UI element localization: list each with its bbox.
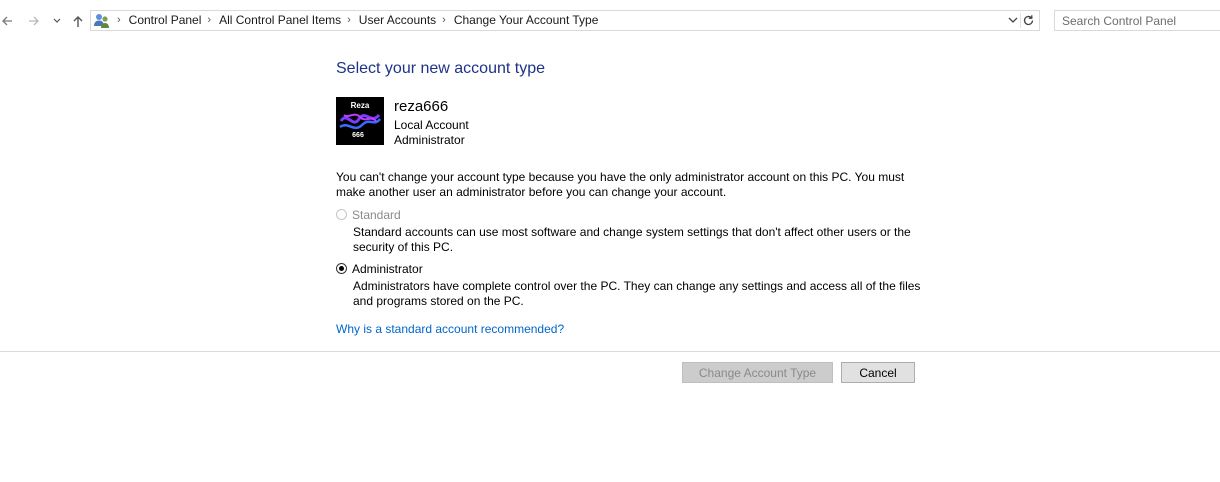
- address-dropdown-icon[interactable]: [1007, 14, 1019, 26]
- up-button[interactable]: [70, 11, 86, 31]
- forward-arrow-icon: [29, 16, 39, 26]
- address-divider: [1020, 13, 1021, 28]
- navigation-bar: › Control Panel › All Control Panel Item…: [0, 0, 1220, 42]
- back-arrow-icon: [2, 16, 12, 26]
- footer-divider: [0, 351, 1220, 352]
- radio-selected-dot: [339, 266, 344, 271]
- account-role: Administrator: [394, 133, 465, 147]
- search-box[interactable]: [1054, 10, 1220, 31]
- page-title: Select your new account type: [336, 60, 546, 77]
- breadcrumb-separator[interactable]: ›: [341, 11, 359, 30]
- address-bar[interactable]: › Control Panel › All Control Panel Item…: [90, 10, 1040, 31]
- avatar: Reza 666: [336, 97, 384, 145]
- breadcrumb-user-accounts[interactable]: User Accounts: [359, 11, 436, 30]
- breadcrumb-change-account-type[interactable]: Change Your Account Type: [454, 11, 599, 30]
- refresh-icon[interactable]: [1022, 14, 1035, 27]
- account-name: reza666: [394, 98, 449, 115]
- user-accounts-icon: [94, 14, 109, 28]
- recent-locations-button[interactable]: [51, 11, 63, 31]
- administrator-radio[interactable]: [336, 263, 347, 274]
- avatar-image: Reza 666: [336, 97, 384, 145]
- breadcrumb-control-panel[interactable]: Control Panel: [129, 11, 202, 30]
- account-type: Local Account: [394, 118, 469, 132]
- breadcrumb-all-items[interactable]: All Control Panel Items: [219, 11, 341, 30]
- chevron-down-icon: [53, 18, 61, 23]
- info-message: You can't change your account type becau…: [336, 170, 905, 199]
- breadcrumb-separator[interactable]: ›: [436, 11, 454, 30]
- change-account-type-button[interactable]: Change Account Type: [682, 362, 833, 383]
- standard-label: Standard: [352, 208, 401, 222]
- administrator-description: Administrators have complete control ove…: [353, 279, 921, 308]
- cancel-button[interactable]: Cancel: [841, 362, 915, 383]
- breadcrumb: › Control Panel › All Control Panel Item…: [111, 11, 598, 30]
- administrator-label[interactable]: Administrator: [352, 262, 423, 276]
- search-input[interactable]: [1055, 11, 1212, 30]
- avatar-text-bottom: 666: [352, 132, 364, 139]
- standard-account-help-link[interactable]: Why is a standard account recommended?: [336, 322, 564, 336]
- forward-button[interactable]: [26, 11, 42, 31]
- breadcrumb-separator: ›: [117, 14, 121, 26]
- up-arrow-icon: [73, 15, 83, 27]
- standard-description: Standard accounts can use most software …: [353, 225, 911, 254]
- back-button[interactable]: [0, 11, 14, 31]
- standard-radio: [336, 209, 347, 220]
- avatar-text-top: Reza: [351, 101, 370, 110]
- breadcrumb-separator[interactable]: ›: [201, 11, 219, 30]
